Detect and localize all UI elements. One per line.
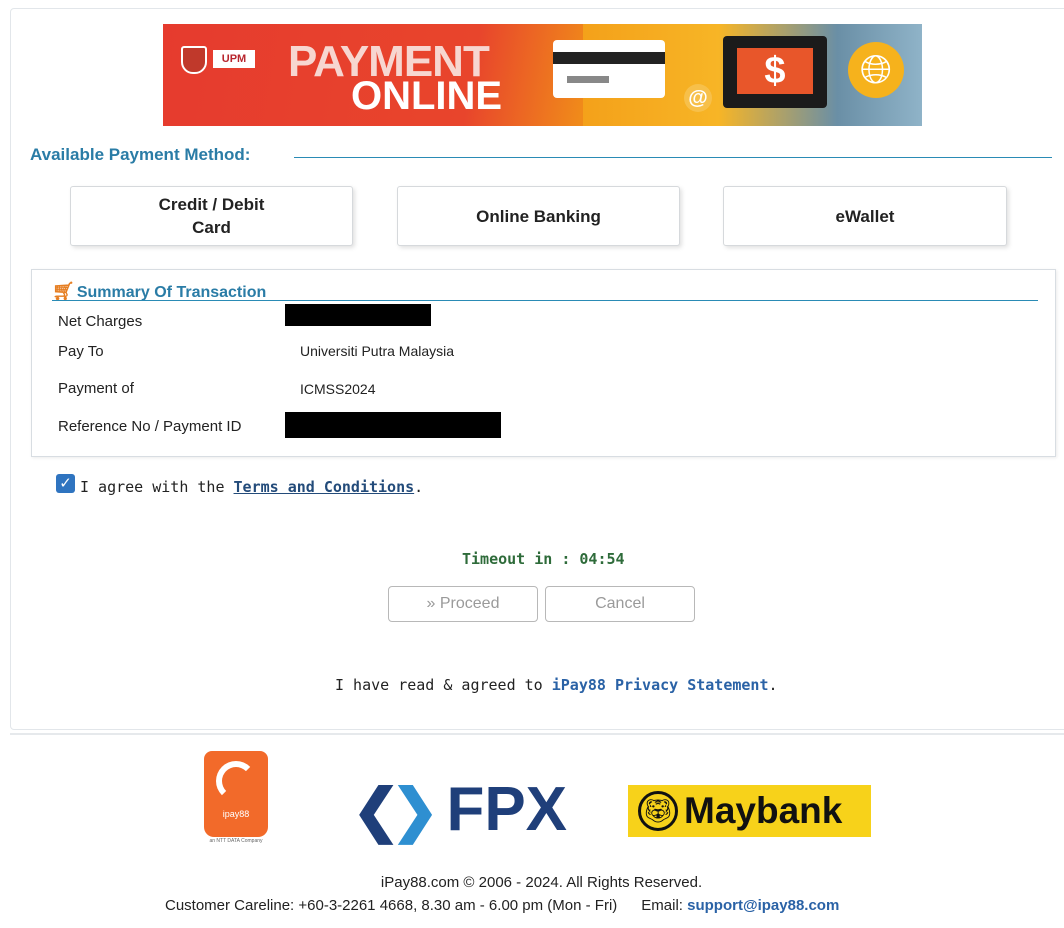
ipay88-caption: an NTT DATA Company: [209, 838, 263, 844]
pay-to-label: Pay To: [58, 343, 104, 360]
credit-card-label-line2: Card: [192, 218, 231, 237]
careline-text: Customer Careline: +60-3-2261 4668, 8.30…: [165, 897, 618, 914]
timeout-countdown: Timeout in : 04:54: [462, 550, 625, 568]
summary-title-text: Summary Of Transaction: [76, 284, 267, 301]
terms-checkbox[interactable]: ✓: [56, 474, 75, 493]
fpx-logo-text: FPX: [446, 775, 568, 844]
payment-online-banner: UPM PAYMENT ONLINE @ $ 🌐︎: [163, 24, 922, 126]
dollar-icon: $: [764, 50, 786, 92]
maybank-tiger-icon: 🐯︎: [638, 791, 678, 831]
privacy-link[interactable]: iPay88 Privacy Statement: [552, 676, 769, 694]
copyright-text: iPay88.com © 2006 - 2024. All Rights Res…: [380, 874, 703, 891]
reference-no-redacted: [285, 412, 501, 438]
fpx-logo: ❮❯ FPX: [352, 778, 567, 843]
online-banking-label: Online Banking: [476, 206, 601, 226]
online-banking-button[interactable]: Online Banking: [397, 186, 680, 246]
payment-method-heading: Available Payment Method:: [30, 145, 251, 164]
upm-shield-icon: [181, 46, 207, 74]
net-charges-label: Net Charges: [58, 313, 143, 330]
ewallet-button[interactable]: eWallet: [723, 186, 1007, 246]
terms-text: I agree with the: [80, 478, 234, 496]
credit-card-icon: [553, 40, 665, 98]
summary-title: 🛒︎ Summary Of Transaction: [52, 281, 266, 302]
payment-of-label: Payment of: [58, 380, 134, 397]
reference-no-label: Reference No / Payment ID: [58, 418, 242, 435]
support-email-link[interactable]: support@ipay88.com: [687, 897, 839, 914]
email-label: Email:: [641, 897, 688, 914]
credit-card-label-line1: Credit / Debit: [158, 195, 265, 214]
heading-divider: [294, 157, 1052, 158]
terms-link[interactable]: Terms and Conditions: [234, 478, 415, 496]
at-symbol-icon: @: [684, 84, 712, 112]
maybank-logo-text: Maybank: [684, 790, 843, 831]
ewallet-label: eWallet: [835, 206, 895, 226]
privacy-period: .: [768, 676, 778, 694]
globe-icon: 🌐︎: [848, 42, 904, 98]
footer-divider: [10, 733, 1064, 735]
card-stripe: [553, 52, 665, 64]
monitor-screen: $: [737, 48, 813, 94]
proceed-button[interactable]: » Proceed: [388, 586, 538, 622]
maybank-logo: 🐯︎ Maybank: [628, 785, 871, 837]
credit-debit-card-button[interactable]: Credit / Debit Card: [70, 186, 353, 246]
banner-title-online: ONLINE: [351, 74, 503, 118]
shopping-cart-icon: 🛒︎: [52, 281, 75, 301]
privacy-statement: I have read & agreed to iPay88 Privacy S…: [335, 676, 778, 694]
pay-to-value: Universiti Putra Malaysia: [300, 343, 455, 359]
privacy-text: I have read & agreed to: [335, 676, 552, 694]
upm-logo-text: UPM: [213, 50, 255, 68]
ipay88-logo: ipay88: [204, 751, 268, 837]
fpx-chevron-right-icon: ❯: [390, 778, 440, 843]
upm-logo: UPM: [181, 46, 259, 74]
net-charges-redacted: [285, 304, 431, 326]
monitor-icon: $: [723, 36, 827, 108]
card-bar: [567, 76, 609, 83]
ipay88-swoosh-icon: [216, 761, 256, 801]
cancel-button[interactable]: Cancel: [545, 586, 695, 622]
customer-careline: Customer Careline: +60-3-2261 4668, 8.30…: [165, 897, 839, 914]
ipay88-logo-text: ipay88: [222, 809, 250, 819]
payment-of-value: ICMSS2024: [300, 381, 376, 397]
terms-period: .: [414, 478, 424, 496]
terms-agreement: I agree with the Terms and Conditions.: [80, 478, 423, 496]
fpx-chevron-icon: ❮: [352, 778, 401, 843]
summary-divider: [52, 300, 1038, 301]
